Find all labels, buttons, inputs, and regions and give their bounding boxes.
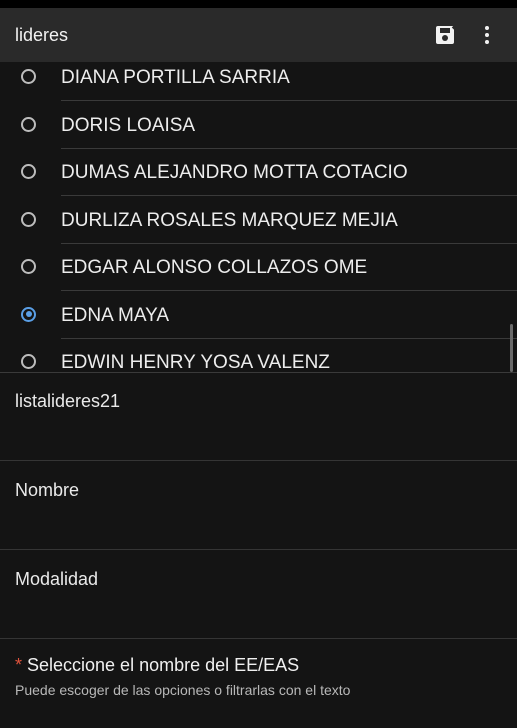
scrollbar[interactable] — [510, 324, 513, 372]
save-icon — [436, 23, 459, 44]
field-label: Nombre — [15, 480, 80, 500]
option-label: DIANA PORTILLA SARRIA — [61, 67, 290, 88]
radio-button[interactable] — [21, 69, 36, 84]
question-hint: Puede escoger de las opciones o filtrarl… — [15, 682, 351, 698]
radio-button[interactable] — [21, 211, 36, 227]
radio-button[interactable] — [21, 116, 36, 132]
app-bar: lideres — [0, 8, 517, 62]
radio-button[interactable] — [21, 259, 36, 274]
list-item[interactable]: DORIS LOAISA — [0, 102, 517, 150]
option-label: EDGAR ALONSO COLLAZOS OME — [61, 257, 368, 278]
options-list[interactable]: DIANA PORTILLA SARRIA DORIS LOAISA DUMAS… — [0, 62, 517, 373]
more-vert-icon — [485, 26, 489, 30]
radio-button[interactable] — [21, 164, 36, 179]
option-label: DURLIZA ROSALES MARQUEZ MEJIA — [61, 209, 398, 231]
radio-button[interactable] — [21, 354, 36, 369]
question-ee-eas: * Seleccione el nombre del EE/EAS Puede … — [0, 640, 517, 728]
option-label: DORIS LOAISA — [61, 114, 196, 136]
more-options-button[interactable] — [471, 15, 503, 55]
option-label: DUMAS ALEJANDRO MOTTA COTACIO — [61, 162, 408, 183]
status-bar — [0, 0, 517, 8]
list-item[interactable]: EDNA MAYA — [0, 292, 517, 340]
app-title: lideres — [15, 24, 69, 45]
list-item[interactable]: EDGAR ALONSO COLLAZOS OME — [0, 244, 517, 292]
field-label: listalideres21 — [15, 391, 121, 411]
required-marker: * — [15, 655, 23, 675]
field-listalideres21[interactable]: listalideres21 — [0, 373, 517, 461]
field-label: Modalidad — [15, 569, 99, 589]
list-item[interactable]: DURLIZA ROSALES MARQUEZ MEJIA — [0, 197, 517, 245]
save-button[interactable] — [429, 15, 461, 55]
list-item[interactable]: EDWIN HENRY YOSA VALENZ — [0, 339, 517, 373]
question-label: Seleccione el nombre del EE/EAS — [27, 655, 300, 675]
option-label: EDWIN HENRY YOSA VALENZ — [61, 352, 330, 373]
option-label: EDNA MAYA — [61, 304, 170, 326]
list-item[interactable]: DUMAS ALEJANDRO MOTTA COTACIO — [0, 149, 517, 197]
list-item[interactable]: DIANA PORTILLA SARRIA — [0, 62, 517, 102]
radio-button-selected[interactable] — [21, 306, 36, 322]
field-nombre[interactable]: Nombre — [0, 462, 517, 550]
field-modalidad[interactable]: Modalidad — [0, 551, 517, 639]
